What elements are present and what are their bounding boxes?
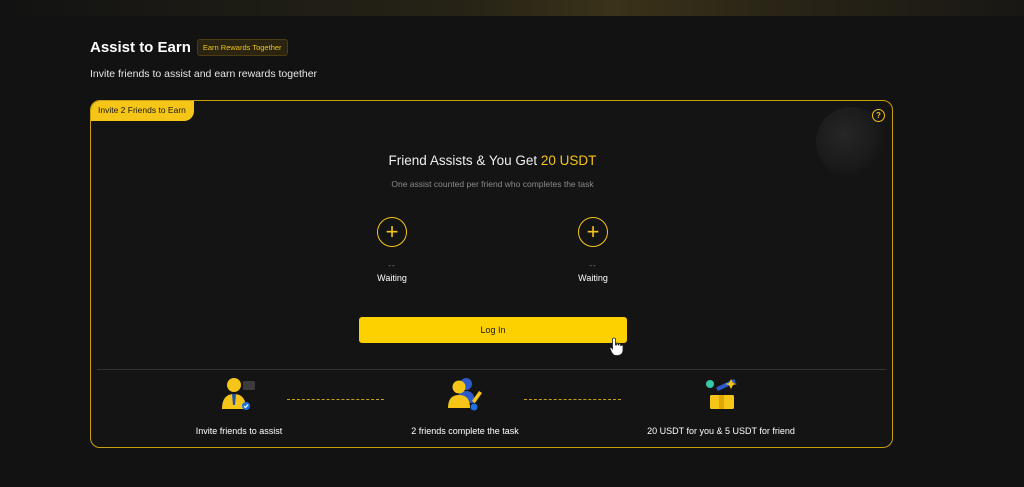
step-friends: 2 friends complete the task <box>375 375 555 436</box>
slot-value: -- <box>388 261 396 270</box>
step-label: Invite friends to assist <box>195 426 283 436</box>
friends-task-icon <box>448 378 482 411</box>
assist-card: Invite 2 Friends to Earn ? Friend Assist… <box>90 100 893 448</box>
card-heading: Friend Assists & You Get 20 USDT <box>91 153 892 168</box>
card-corner-tag: Invite 2 Friends to Earn <box>91 101 194 121</box>
heading-prefix: Friend Assists & You Get <box>388 153 538 168</box>
friend-slot-1: + -- Waiting <box>352 217 432 283</box>
question-icon[interactable]: ? <box>872 109 885 122</box>
friend-slot-2: + -- Waiting <box>553 217 633 283</box>
step-reward: 20 USDT for you & 5 USDT for friend <box>631 375 811 436</box>
top-banner-strip <box>0 0 1024 16</box>
page-subtitle: Invite friends to assist and earn reward… <box>90 68 318 80</box>
step-invite: Invite friends to assist <box>149 375 329 436</box>
page-header: Assist to Earn Earn Rewards Together <box>90 39 288 56</box>
hand-cursor-icon <box>609 337 624 356</box>
add-friend-icon[interactable]: + <box>377 217 407 247</box>
add-friend-icon[interactable]: + <box>578 217 608 247</box>
card-subheading: One assist counted per friend who comple… <box>391 179 594 189</box>
heading-amount: 20 USDT <box>540 153 597 168</box>
title-badge: Earn Rewards Together <box>196 39 288 56</box>
slot-status: Waiting <box>377 273 407 283</box>
step-label: 20 USDT for you & 5 USDT for friend <box>647 426 795 436</box>
slot-status: Waiting <box>578 273 608 283</box>
reward-gift-icon <box>706 379 737 409</box>
page-title: Assist to Earn <box>90 39 191 56</box>
slot-value: -- <box>589 261 597 270</box>
step-label: 2 friends complete the task <box>411 426 519 436</box>
step-connector <box>287 399 384 400</box>
invite-person-icon <box>222 378 255 410</box>
section-divider <box>97 369 886 370</box>
step-connector <box>524 399 621 400</box>
login-button[interactable]: Log In <box>359 317 627 343</box>
